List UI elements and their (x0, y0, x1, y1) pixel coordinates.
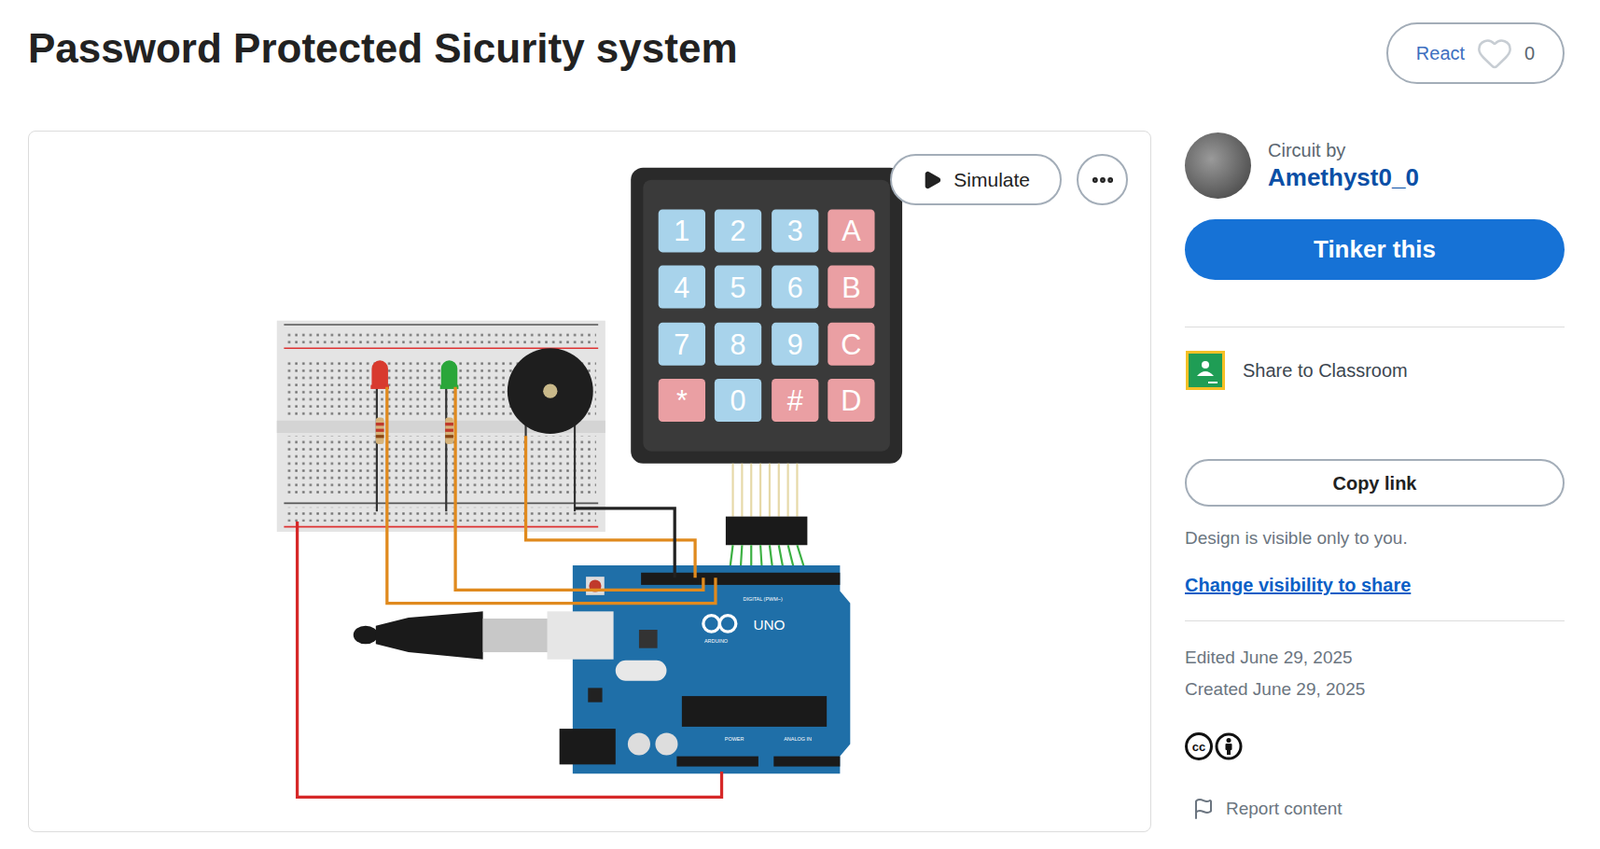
svg-text:5: 5 (730, 271, 747, 304)
svg-text:A: A (841, 214, 862, 247)
keypad-key[interactable]: * (658, 378, 706, 422)
svg-text:C: C (840, 328, 862, 361)
usb-cable (353, 611, 614, 659)
copy-link-button[interactable]: Copy link (1184, 459, 1565, 507)
keypad-connector (725, 516, 807, 546)
keypad-key[interactable]: A (827, 208, 875, 252)
canvas-toolbar: Simulate (890, 153, 1128, 206)
flag-icon (1192, 797, 1215, 821)
canvas-panel[interactable]: 1 2 3 A 4 5 6 B 7 8 9 C * 0 # D UNO ARDUINO DIGITAL (PWM~)… (27, 130, 1152, 833)
svg-text:4: 4 (673, 271, 690, 304)
react-button[interactable]: React 0 (1386, 22, 1565, 84)
author-avatar[interactable] (1184, 132, 1252, 199)
divider (1184, 620, 1565, 622)
svg-text:POWER: POWER (724, 736, 745, 742)
svg-text:ARDUINO: ARDUINO (704, 638, 728, 644)
svg-text:7: 7 (673, 328, 690, 361)
svg-text:ANALOG IN: ANALOG IN (783, 736, 812, 742)
breadboard[interactable] (277, 320, 606, 532)
sidebar: Circuit byAmethyst0_0 Tinker this Share to… (1184, 130, 1565, 833)
svg-text:DIGITAL (PWM~): DIGITAL (PWM~) (742, 596, 782, 602)
attribution-icon (1214, 732, 1243, 761)
divider (1184, 326, 1565, 328)
keypad-key[interactable]: 2 (714, 208, 762, 252)
react-count: 0 (1524, 39, 1535, 68)
keypad-key[interactable]: C (827, 322, 875, 366)
keypad-key[interactable]: 7 (658, 322, 706, 366)
simulate-button[interactable]: Simulate (890, 153, 1062, 206)
resistor[interactable] (445, 417, 454, 445)
page: Password Protected Sicurity system React 0… (0, 0, 1600, 849)
keypad-key[interactable]: 5 (714, 265, 762, 309)
author-row: Circuit byAmethyst0_0 (1184, 132, 1565, 199)
created-date: Created June 29, 2025 (1184, 678, 1565, 702)
svg-text:0: 0 (730, 384, 747, 417)
keypad-key[interactable]: B (827, 265, 875, 309)
visibility-note: Design is visible only to you. (1184, 527, 1565, 551)
svg-text:D: D (840, 384, 862, 417)
keypad[interactable]: 1 2 3 A 4 5 6 B 7 8 9 C * 0 # D (630, 167, 903, 579)
heart-icon (1475, 34, 1514, 72)
wires (297, 387, 723, 798)
svg-text:1: 1 (673, 214, 690, 247)
svg-text:8: 8 (730, 328, 747, 361)
body: 1 2 3 A 4 5 6 B 7 8 9 C * 0 # D UNO ARDUINO DIGITAL (PWM~)… (0, 130, 1600, 833)
circuit-diagram[interactable]: 1 2 3 A 4 5 6 B 7 8 9 C * 0 # D UNO ARDUINO DIGITAL (PWM~)… (28, 131, 1152, 833)
svg-text:#: # (787, 384, 804, 417)
tinker-button[interactable]: Tinker this (1184, 219, 1565, 280)
header: Password Protected Sicurity system React 0 (0, 0, 1600, 131)
svg-text:3: 3 (787, 214, 804, 247)
visibility-link[interactable]: Change visibility to share (1184, 572, 1565, 598)
cc-icon: cc (1184, 732, 1213, 761)
license[interactable]: cc (1184, 732, 1565, 761)
svg-text:*: * (676, 384, 688, 417)
more-button[interactable] (1076, 153, 1128, 206)
page-title: Password Protected Sicurity system (27, 24, 738, 74)
svg-text:B: B (841, 271, 861, 304)
keypad-key[interactable]: 0 (714, 378, 762, 422)
author-name[interactable]: Amethyst0_0 (1267, 162, 1420, 195)
keypad-key[interactable]: 6 (771, 265, 819, 309)
more-icon (1089, 166, 1116, 194)
arduino-logo-icon (703, 615, 720, 632)
svg-text:2: 2 (730, 214, 747, 247)
keypad-key[interactable]: D (827, 378, 875, 422)
keypad-key[interactable]: 3 (771, 208, 819, 252)
arduino-board[interactable]: UNO ARDUINO DIGITAL (PWM~) POWER ANALOG IN (559, 565, 851, 774)
play-icon (921, 169, 943, 191)
react-label: React (1416, 39, 1465, 68)
svg-text:9: 9 (787, 328, 804, 361)
classroom-icon (1184, 349, 1226, 391)
svg-text:UNO: UNO (752, 616, 785, 633)
keypad-key[interactable]: 9 (771, 322, 819, 366)
svg-text:6: 6 (787, 271, 804, 304)
keypad-key[interactable]: # (771, 378, 819, 422)
edited-date: Edited June 29, 2025 (1184, 646, 1565, 670)
keypad-key[interactable]: 1 (658, 208, 706, 252)
keypad-key[interactable]: 8 (714, 322, 762, 366)
author-caption: Circuit by (1267, 138, 1420, 163)
report-content[interactable]: Report content (1184, 795, 1565, 823)
keypad-key[interactable]: 4 (658, 265, 706, 309)
share-classroom[interactable]: Share to Classroom (1184, 349, 1565, 391)
resistor[interactable] (375, 417, 385, 445)
buzzer[interactable] (507, 347, 594, 512)
